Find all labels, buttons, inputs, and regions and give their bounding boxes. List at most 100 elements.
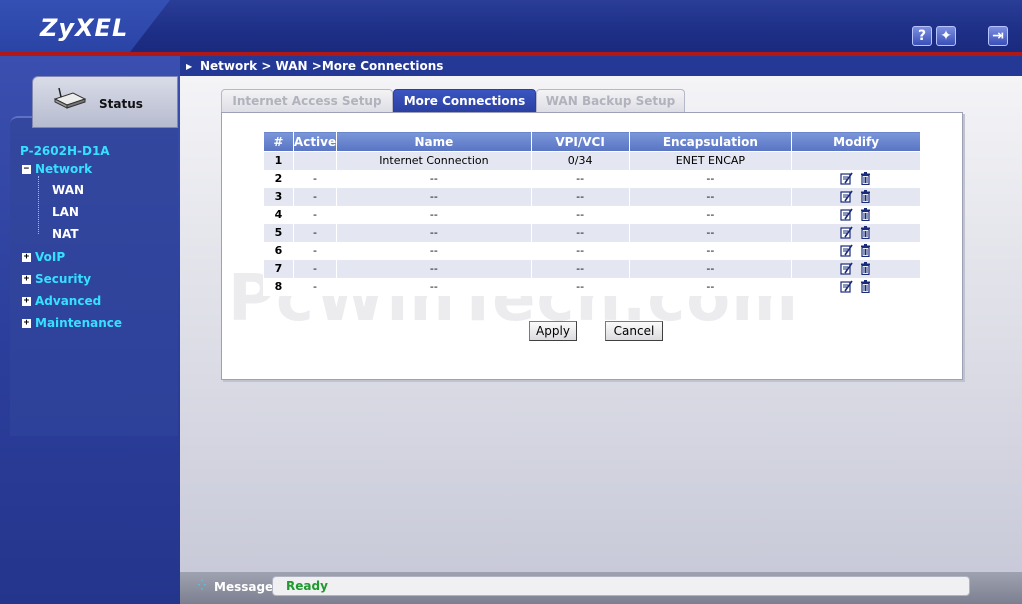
row-active bbox=[292, 151, 338, 170]
row-encap: -- bbox=[628, 187, 793, 206]
row-active: - bbox=[292, 187, 338, 206]
row-vpi: -- bbox=[530, 277, 630, 296]
col-vpi: VPI/VCI bbox=[530, 131, 630, 152]
nav-maintenance[interactable]: + Maintenance bbox=[22, 316, 122, 330]
row-active: - bbox=[292, 223, 338, 242]
nav-network-label: Network bbox=[35, 162, 93, 176]
router-icon bbox=[53, 87, 87, 109]
table-row: 8- -- -- -- bbox=[263, 277, 921, 296]
row-modify bbox=[791, 277, 921, 296]
row-vpi: -- bbox=[530, 187, 630, 206]
col-active: Active bbox=[292, 131, 338, 152]
row-name: -- bbox=[336, 223, 532, 242]
edit-icon[interactable] bbox=[837, 172, 856, 185]
row-vpi: -- bbox=[530, 241, 630, 260]
table-row: 5- -- -- -- bbox=[263, 223, 921, 242]
tree-line bbox=[38, 176, 39, 234]
row-name: -- bbox=[336, 241, 532, 260]
row-name: Internet Connection bbox=[336, 151, 532, 170]
row-active: - bbox=[292, 241, 338, 260]
sidebar: Status P-2602H-D1A − Network WAN LAN NAT… bbox=[0, 56, 180, 604]
table-row: 2- -- -- -- bbox=[263, 169, 921, 188]
device-name: P-2602H-D1A bbox=[20, 144, 110, 158]
nav-maintenance-label: Maintenance bbox=[35, 316, 123, 330]
row-encap: -- bbox=[628, 259, 793, 278]
col-encap: Encapsulation bbox=[628, 131, 793, 152]
row-vpi: -- bbox=[530, 223, 630, 242]
nav-wan[interactable]: WAN bbox=[52, 183, 84, 197]
row-vpi: -- bbox=[530, 205, 630, 224]
expand-icon[interactable]: + bbox=[22, 252, 31, 262]
tab-more-connections[interactable]: More Connections bbox=[393, 89, 536, 113]
row-name: -- bbox=[336, 259, 532, 278]
tab-wan-backup-setup[interactable]: WAN Backup Setup bbox=[536, 89, 685, 113]
nav-security-label: Security bbox=[35, 272, 92, 286]
expand-icon[interactable]: + bbox=[22, 274, 31, 284]
trash-icon[interactable] bbox=[856, 262, 875, 276]
trash-icon[interactable] bbox=[856, 190, 875, 204]
row-num: 8 bbox=[263, 277, 294, 296]
trash-icon[interactable] bbox=[856, 280, 875, 294]
row-modify bbox=[791, 151, 921, 170]
breadcrumb-arrow-icon: ▶ bbox=[186, 62, 193, 71]
nav-advanced-label: Advanced bbox=[35, 294, 102, 308]
edit-icon[interactable] bbox=[837, 190, 856, 203]
help-icon[interactable]: ? bbox=[912, 26, 932, 46]
connections-table: # Active Name VPI/VCI Encapsulation Modi… bbox=[263, 131, 921, 296]
row-active: - bbox=[292, 277, 338, 296]
row-encap: -- bbox=[628, 169, 793, 188]
edit-icon[interactable] bbox=[837, 280, 856, 293]
edit-icon[interactable] bbox=[837, 244, 856, 257]
col-num: # bbox=[263, 131, 294, 152]
row-active: - bbox=[292, 259, 338, 278]
edit-icon[interactable] bbox=[837, 226, 856, 239]
row-active: - bbox=[292, 169, 338, 188]
edit-icon[interactable] bbox=[837, 262, 856, 275]
collapse-icon[interactable]: − bbox=[22, 164, 31, 174]
table-row: 1 Internet Connection 0/34 ENET ENCAP bbox=[263, 151, 921, 170]
row-vpi: -- bbox=[530, 259, 630, 278]
breadcrumb: Network > WAN >More Connections bbox=[180, 56, 1022, 76]
row-modify bbox=[791, 205, 921, 224]
wizard-icon[interactable]: ✦ bbox=[936, 26, 956, 46]
edit-icon[interactable] bbox=[837, 208, 856, 221]
row-num: 4 bbox=[263, 205, 294, 224]
expand-icon[interactable]: + bbox=[22, 318, 31, 328]
message-label: Message bbox=[214, 580, 274, 594]
status-label: Status bbox=[99, 97, 143, 111]
trash-icon[interactable] bbox=[856, 226, 875, 240]
row-vpi: -- bbox=[530, 169, 630, 188]
row-modify bbox=[791, 241, 921, 260]
nav-network[interactable]: − Network bbox=[22, 162, 92, 176]
nav-security[interactable]: + Security bbox=[22, 272, 91, 286]
trash-icon[interactable] bbox=[856, 244, 875, 258]
nav-voip[interactable]: + VoIP bbox=[22, 250, 65, 264]
zyxel-logo: ZyXEL bbox=[40, 14, 129, 42]
row-num: 5 bbox=[263, 223, 294, 242]
logout-icon[interactable]: ⇥ bbox=[988, 26, 1008, 46]
status-tab[interactable]: Status bbox=[32, 76, 178, 128]
table-row: 7- -- -- -- bbox=[263, 259, 921, 278]
message-value: Ready bbox=[272, 576, 970, 596]
apply-button[interactable]: Apply bbox=[529, 321, 577, 341]
row-name: -- bbox=[336, 277, 532, 296]
expand-icon[interactable]: + bbox=[22, 296, 31, 306]
row-encap: -- bbox=[628, 277, 793, 296]
row-modify bbox=[791, 187, 921, 206]
table-header-row: # Active Name VPI/VCI Encapsulation Modi… bbox=[263, 131, 921, 152]
row-num: 3 bbox=[263, 187, 294, 206]
row-encap: -- bbox=[628, 205, 793, 224]
trash-icon[interactable] bbox=[856, 172, 875, 186]
row-name: -- bbox=[336, 169, 532, 188]
nav-lan[interactable]: LAN bbox=[52, 205, 79, 219]
table-row: 6- -- -- -- bbox=[263, 241, 921, 260]
cancel-button[interactable]: Cancel bbox=[605, 321, 663, 341]
row-active: - bbox=[292, 205, 338, 224]
tab-internet-access-setup[interactable]: Internet Access Setup bbox=[221, 89, 393, 113]
col-name: Name bbox=[336, 131, 532, 152]
row-modify bbox=[791, 223, 921, 242]
nav-nat[interactable]: NAT bbox=[52, 227, 79, 241]
nav-advanced[interactable]: + Advanced bbox=[22, 294, 101, 308]
row-modify bbox=[791, 169, 921, 188]
trash-icon[interactable] bbox=[856, 208, 875, 222]
